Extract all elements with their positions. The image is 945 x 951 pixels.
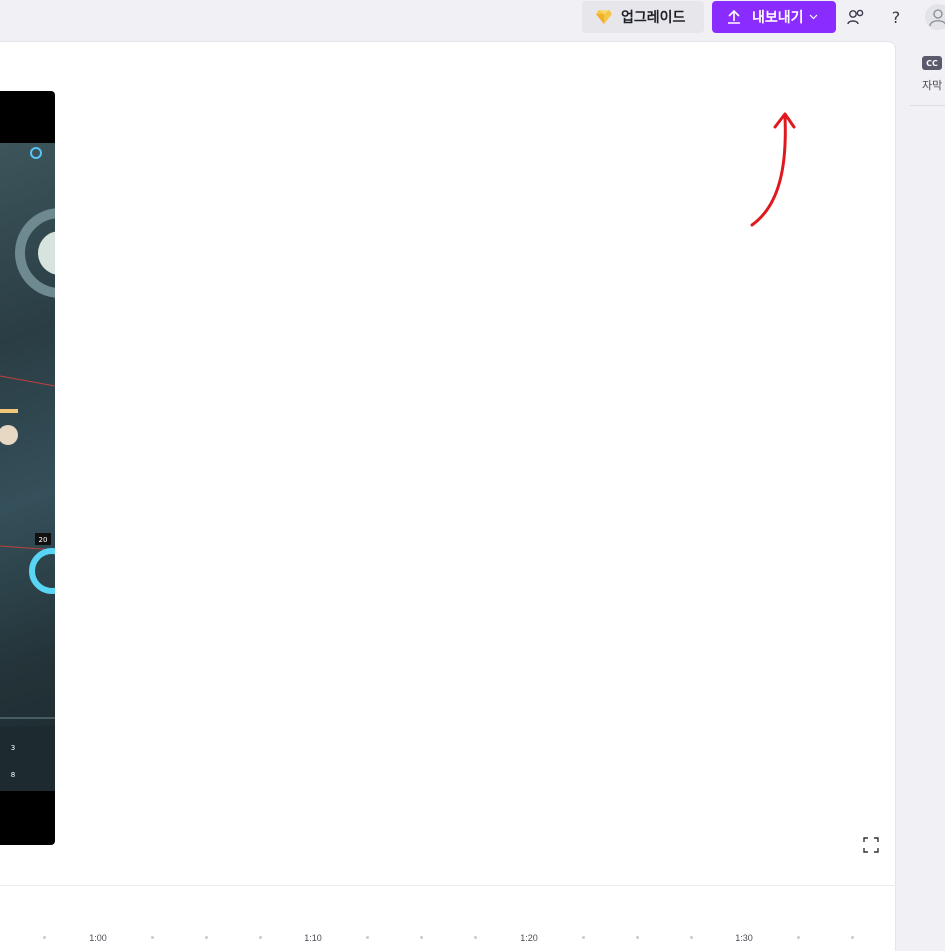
help-icon[interactable]: ? [884, 5, 908, 29]
tick-dot [43, 936, 46, 939]
tick-dot [259, 936, 262, 939]
tick-dot [797, 936, 800, 939]
upload-arrow-icon [728, 9, 740, 24]
rail-divider [910, 105, 945, 106]
user-avatar-icon[interactable] [925, 4, 945, 30]
video-preview[interactable]: 20 3 8 [0, 91, 55, 845]
tick-label: 1:10 [304, 933, 322, 943]
tick-dot [151, 936, 154, 939]
collaborators-icon[interactable] [844, 5, 868, 29]
tick-label: 1:30 [735, 933, 753, 943]
captions-label[interactable]: 자막 [922, 77, 942, 93]
hud-value: 8 [11, 771, 15, 779]
top-bar: 업그레이드 내보내기 ? [0, 0, 945, 40]
video-frame: 20 3 8 [0, 143, 55, 791]
export-label: 내보내기 [752, 10, 804, 26]
captions-icon[interactable]: CC [922, 56, 942, 70]
captions-badge-text: CC [926, 58, 938, 68]
tick-dot [474, 936, 477, 939]
diamond-icon [596, 10, 612, 24]
upgrade-label: 업그레이드 [621, 10, 686, 26]
tick-dot [851, 936, 854, 939]
tick-dot [420, 936, 423, 939]
export-button[interactable]: 내보내기 [712, 1, 836, 33]
game-scene: 20 3 8 [0, 147, 55, 791]
fullscreen-icon[interactable] [863, 837, 879, 853]
hud-value: 20 [39, 536, 48, 544]
tick-dot [366, 936, 369, 939]
tick-dot [690, 936, 693, 939]
tick-dot [205, 936, 208, 939]
timeline-ruler[interactable]: 1:00 1:10 1:20 1:30 [0, 886, 896, 951]
help-glyph: ? [891, 7, 901, 27]
tick-dot [636, 936, 639, 939]
upgrade-button[interactable]: 업그레이드 [582, 1, 704, 33]
tick-label: 1:20 [520, 933, 538, 943]
hud-value: 3 [11, 744, 15, 752]
tick-label: 1:00 [89, 933, 107, 943]
annotation-arrow [750, 112, 796, 227]
right-rail: CC 자막 [910, 41, 945, 951]
chevron-down-icon[interactable] [809, 14, 818, 20]
tick-dot [582, 936, 585, 939]
